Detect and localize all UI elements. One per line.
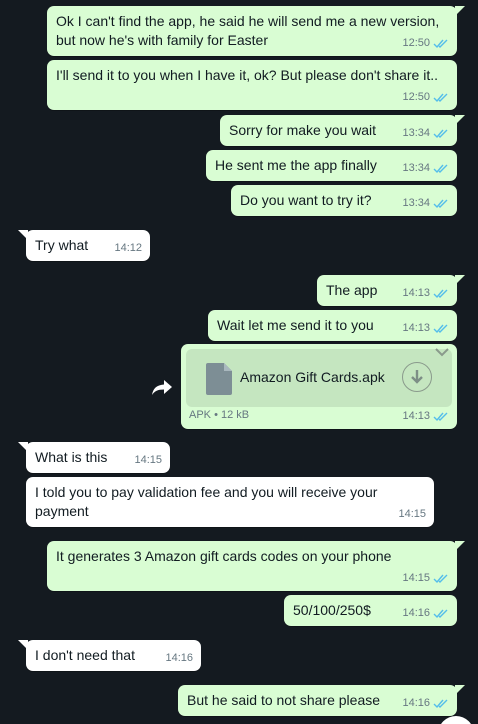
message-bubble-outgoing[interactable]: He sent me the app finally 13:34	[206, 150, 457, 181]
message-meta: 14:13	[402, 407, 449, 426]
double-check-icon	[433, 324, 448, 334]
forward-icon[interactable]	[150, 377, 174, 397]
message-meta: 14:13	[402, 284, 449, 303]
message-meta: 14:16	[402, 604, 449, 623]
message-time: 12:50	[402, 37, 430, 49]
message-time: 13:34	[402, 127, 430, 139]
message-time: 14:16	[402, 607, 430, 619]
message-text: The app	[326, 282, 378, 298]
double-check-icon	[433, 574, 448, 584]
message-bubble-outgoing[interactable]: The app 14:13	[317, 275, 465, 306]
message-text: It generates 3 Amazon gift cards codes o…	[56, 548, 392, 564]
double-check-icon	[433, 164, 448, 174]
file-meta: APK • 12 kB	[189, 406, 249, 425]
message-text: Do you want to try it?	[240, 192, 372, 208]
message-meta: 14:15	[402, 569, 449, 588]
message-text: Sorry for make you wait	[229, 122, 377, 138]
message-bubble-outgoing[interactable]: It generates 3 Amazon gift cards codes o…	[47, 541, 465, 591]
double-check-icon	[433, 609, 448, 619]
message-text: I don't need that	[35, 647, 135, 663]
message-meta: 14:15	[398, 505, 426, 524]
message-meta: 12:50	[402, 88, 449, 107]
file-icon	[206, 363, 232, 395]
message-text: 50/100/250$	[293, 602, 371, 618]
message-text: He sent me the app finally	[215, 157, 377, 173]
message-bubble-outgoing[interactable]: Sorry for make you wait 13:34	[220, 115, 465, 146]
message-time: 13:34	[402, 162, 430, 174]
message-bubble-incoming[interactable]: What is this 14:15	[18, 442, 170, 473]
double-check-icon	[433, 289, 448, 299]
message-time: 14:16	[402, 697, 430, 709]
message-bubble-outgoing[interactable]: I'll send it to you when I have it, ok? …	[47, 60, 457, 110]
double-check-icon	[433, 39, 448, 49]
message-text: Wait let me send it to you	[217, 317, 374, 333]
download-button[interactable]	[402, 362, 432, 392]
double-check-icon	[433, 129, 448, 139]
message-meta: 13:34	[402, 194, 449, 213]
message-meta: 13:34	[402, 159, 449, 178]
message-bubble-incoming[interactable]: I don't need that 14:16	[18, 640, 201, 671]
message-time: 14:16	[165, 652, 193, 664]
message-text: What is this	[35, 449, 108, 465]
message-meta: 12:50	[402, 34, 449, 53]
file-name: Amazon Gift Cards.apk	[240, 369, 385, 385]
message-meta: 14:16	[165, 649, 193, 668]
message-bubble-outgoing[interactable]: 50/100/250$ 14:16	[284, 595, 457, 626]
message-meta: 14:12	[114, 239, 142, 258]
scroll-down-button[interactable]	[438, 716, 474, 724]
chevron-down-icon[interactable]	[433, 346, 451, 358]
message-time: 14:13	[402, 287, 430, 299]
message-text: Ok I can't find the app, he said he will…	[56, 13, 440, 48]
download-icon	[411, 370, 423, 384]
double-check-icon	[433, 412, 448, 422]
double-check-icon	[433, 93, 448, 103]
message-text: I'll send it to you when I have it, ok? …	[56, 67, 439, 83]
file-meta-separator: •	[214, 409, 218, 421]
file-size: 12 kB	[221, 409, 250, 421]
message-time: 14:15	[402, 572, 430, 584]
file-message-bubble[interactable]: Amazon Gift Cards.apk APK • 12 kB 14:13	[181, 344, 457, 429]
message-bubble-outgoing[interactable]: Do you want to try it? 13:34	[231, 185, 457, 216]
message-meta: 14:15	[134, 451, 162, 470]
message-meta: 13:34	[402, 124, 449, 143]
message-bubble-incoming[interactable]: I told you to pay validation fee and you…	[26, 477, 434, 527]
message-time: 14:13	[402, 322, 430, 334]
message-time: 14:15	[134, 454, 162, 466]
message-time: 14:15	[398, 508, 426, 520]
message-text: I told you to pay validation fee and you…	[35, 484, 378, 519]
chat-panel: Ok I can't find the app, he said he will…	[0, 0, 478, 724]
message-time: 14:12	[114, 242, 142, 254]
message-bubble-outgoing[interactable]: Ok I can't find the app, he said he will…	[47, 6, 465, 56]
message-time: 14:13	[402, 410, 430, 422]
double-check-icon	[433, 699, 448, 709]
message-time: 12:50	[402, 91, 430, 103]
message-meta: 14:16	[402, 694, 449, 713]
file-attachment-card[interactable]: Amazon Gift Cards.apk	[186, 349, 452, 407]
double-check-icon	[433, 199, 448, 209]
file-type: APK	[189, 409, 212, 421]
message-text: But he said to not share please	[187, 692, 381, 708]
message-text: Try what	[35, 237, 89, 253]
message-bubble-outgoing[interactable]: Wait let me send it to you 14:13	[208, 310, 457, 341]
message-meta: 14:13	[402, 319, 449, 338]
message-bubble-incoming[interactable]: Try what 14:12	[18, 230, 150, 261]
message-time: 13:34	[402, 197, 430, 209]
message-bubble-outgoing[interactable]: But he said to not share please 14:16	[178, 685, 465, 716]
